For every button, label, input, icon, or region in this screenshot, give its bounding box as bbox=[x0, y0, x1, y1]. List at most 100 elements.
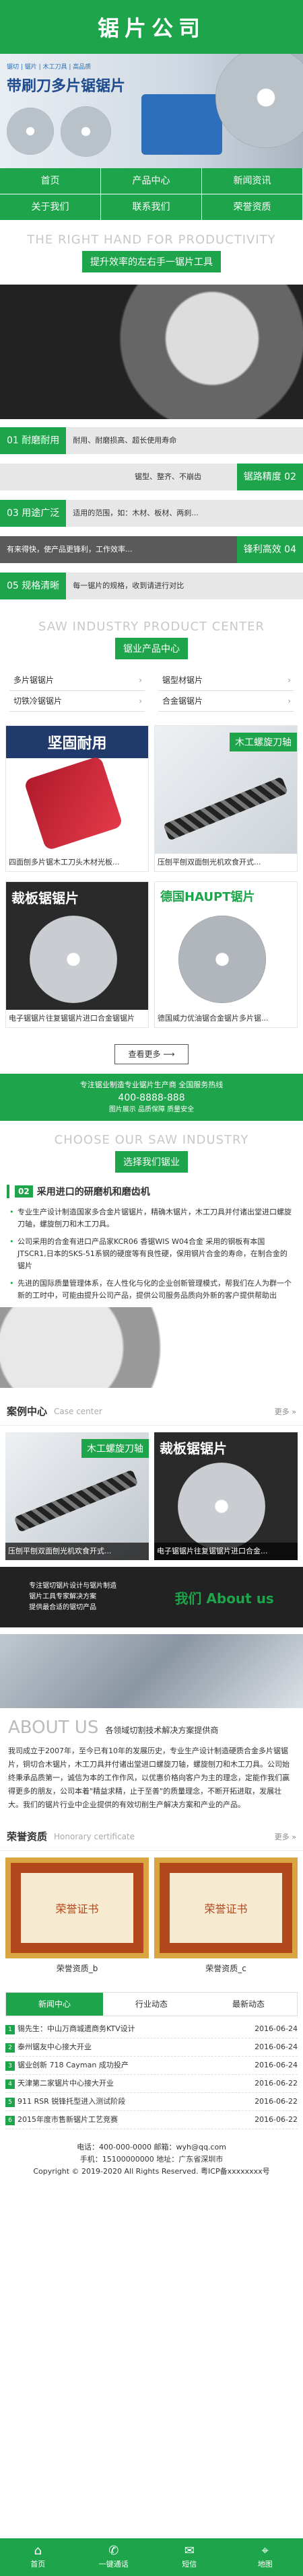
products-more-label: 查看更多 bbox=[128, 1050, 161, 1059]
bottom-map-button[interactable]: ⌖ 地图 bbox=[228, 2538, 303, 2576]
bottom-action-bar: ⌂ 首页 ✆ 一键通话 ✉ 短信 ⌖ 地图 bbox=[0, 2538, 303, 2576]
products-title: SAW INDUSTRY PRODUCT CENTER 锯业产品中心 bbox=[0, 608, 303, 663]
case-label: 电子锯锯片往复锯锯片进口合金... bbox=[154, 1543, 298, 1560]
saw-blade-image bbox=[215, 54, 303, 148]
hotline-line1: 专注锯业制造专业锯片生产商 全国服务热线 bbox=[79, 1080, 224, 1089]
case-image-text: 裁板锯锯片 bbox=[160, 1440, 227, 1457]
product-image: 坚固耐用 bbox=[6, 726, 148, 854]
bottom-sms-button[interactable]: ✉ 短信 bbox=[152, 2538, 228, 2576]
news-title: 天津第二家锯片中心接大开业 bbox=[18, 2079, 114, 2088]
advantage-item: 01 耐磨耐用 耐用、耐磨损高、超长使用寿命 bbox=[0, 427, 303, 454]
product-card[interactable]: 德国HAUPT锯片 德国威力优油锯合金锯片多片锯... bbox=[154, 881, 298, 1028]
advantage-item: 锯型、整齐、不崩齿 锯路精度 02 bbox=[0, 464, 303, 490]
contact-banner-heading: 我们 About us bbox=[174, 1590, 274, 1607]
product-caption: 四面刨多片锯木工刀头木材光板... bbox=[9, 858, 120, 867]
saw-blade-image bbox=[61, 106, 111, 157]
product-image: 木工螺旋刀轴 bbox=[155, 726, 297, 854]
hero-banner[interactable]: 锯切 | 锯片 | 木工刀具 | 高品质 带刷刀多片锯锯片 bbox=[0, 54, 303, 168]
honors-more-link[interactable]: 更多 » bbox=[275, 1831, 296, 1842]
main-nav: 首页 产品中心 新闻资讯 关于我们 联系我们 荣誉资质 bbox=[0, 168, 303, 221]
honor-card[interactable]: 荣誉证书 荣誉资质_c bbox=[154, 1857, 298, 1979]
product-categories: 多片锯锯片 锯型材锯片 切铁冷锯锯片 合金锯锯片 bbox=[0, 663, 303, 719]
advantage-text: 每一锯片的规格，收到请进行对比 bbox=[66, 573, 303, 599]
nav-honors[interactable]: 荣誉资质 bbox=[202, 194, 303, 221]
products-title-en: SAW INDUSTRY PRODUCT CENTER bbox=[38, 620, 265, 634]
hotline-phone[interactable]: 400-8888-888 bbox=[0, 1093, 303, 1103]
product-caption: 德国威力优油锯合金锯片多片锯... bbox=[158, 1014, 269, 1023]
why-title-en: CHOOSE OUR SAW INDUSTRY bbox=[54, 1133, 249, 1147]
advantages-title: THE RIGHT HAND FOR PRODUCTIVITY 提升效率的左右手… bbox=[0, 221, 303, 277]
products-more-button[interactable]: 查看更多 ⟶ bbox=[114, 1044, 189, 1064]
contact-banner[interactable]: 专注锯切锯片设计与锯片制造 锯片工具专家解决方案 提供最合适的锯切产品 我们 A… bbox=[0, 1567, 303, 1627]
news-item[interactable]: 1 锡先生：中山万商城遗商务KTV设计 2016-06-24 bbox=[5, 2020, 298, 2038]
news-index: 6 bbox=[5, 2116, 15, 2125]
case-spiral-icon bbox=[13, 1469, 139, 1533]
advantage-tag: 05 规格清晰 bbox=[0, 573, 67, 599]
tab-news-center[interactable]: 新闻中心 bbox=[6, 1993, 103, 2016]
cases-header: 案例中心 Case center 更多 » bbox=[0, 1397, 303, 1426]
bottom-home-button[interactable]: ⌂ 首页 bbox=[0, 2538, 76, 2576]
honors-subtitle: Honorary certificate bbox=[54, 1831, 135, 1841]
bottom-label: 地图 bbox=[257, 2560, 273, 2569]
advantage-tag: 03 用途广泛 bbox=[0, 500, 67, 527]
about-text: 我司成立于2007年，至今已有10年的发展历史，专业生产设计制造硬质合金多片锯锯… bbox=[8, 1746, 290, 1809]
news-list: 1 锡先生：中山万商城遗商务KTV设计 2016-06-24 2 泰州锯友中心接大开业… bbox=[0, 2016, 303, 2133]
news-date: 2016-06-22 bbox=[255, 2115, 298, 2124]
product-image-text: 德国HAUPT锯片 bbox=[160, 890, 255, 904]
tab-industry[interactable]: 行业动态 bbox=[103, 1993, 200, 2016]
honors-grid: 荣誉证书 荣誉资质_b 荣誉证书 荣誉资质_c bbox=[0, 1851, 303, 1985]
nav-products[interactable]: 产品中心 bbox=[101, 168, 202, 194]
hotline-bar: 专注锯业制造专业锯片生产商 全国服务热线 400-8888-888 图片展示 品… bbox=[0, 1074, 303, 1121]
advantages-list: 01 耐磨耐用 耐用、耐磨损高、超长使用寿命 锯型、整齐、不崩齿 锯路精度 02… bbox=[0, 419, 303, 608]
case-grid: 木工螺旋刀轴 压刨平刨双面刨光机欢食开式... 裁板锯锯片 电子锯锯片往复锯锯片… bbox=[0, 1426, 303, 1567]
honor-card[interactable]: 荣誉证书 荣誉资质_b bbox=[5, 1857, 149, 1979]
nav-about[interactable]: 关于我们 bbox=[0, 194, 101, 221]
product-image: 裁板锯锯片 bbox=[6, 882, 148, 1010]
why-title-cn: 选择我们锯业 bbox=[115, 1151, 188, 1173]
why-title: CHOOSE OUR SAW INDUSTRY 选择我们锯业 bbox=[0, 1121, 303, 1177]
category-link[interactable]: 切铁冷锯锯片 bbox=[9, 691, 145, 712]
product-image: 德国HAUPT锯片 bbox=[155, 882, 297, 1010]
advantage-text: 耐用、耐磨损高、超长使用寿命 bbox=[66, 427, 303, 454]
case-card[interactable]: 裁板锯锯片 电子锯锯片往复锯锯片进口合金... bbox=[154, 1432, 298, 1560]
product-image-text: 裁板锯锯片 bbox=[11, 890, 79, 906]
case-blade-icon bbox=[178, 1463, 265, 1550]
news-item[interactable]: 2 泰州锯友中心接大开业 2016-06-24 bbox=[5, 2038, 298, 2057]
advantage-tag: 锯路精度 02 bbox=[236, 464, 303, 490]
footer-copyright: Copyright © 2019-2020 All Rights Reserve… bbox=[33, 2167, 270, 2176]
nav-home[interactable]: 首页 bbox=[0, 168, 101, 194]
news-date: 2016-06-24 bbox=[255, 2043, 298, 2051]
nav-news[interactable]: 新闻资讯 bbox=[202, 168, 303, 194]
news-title: 泰州锯友中心接大开业 bbox=[18, 2043, 92, 2051]
category-link[interactable]: 合金锯锯片 bbox=[158, 691, 294, 712]
news-index: 5 bbox=[5, 2098, 15, 2107]
footer-line: 电话：400-000-0000 邮箱：wyh@qq.com bbox=[77, 2143, 226, 2151]
banner-title: 带刷刀多片锯锯片 bbox=[7, 78, 126, 95]
site-logo[interactable]: 锯片公司 bbox=[98, 11, 205, 42]
product-card[interactable]: 木工螺旋刀轴 压刨平刨双面刨光机欢食开式... bbox=[154, 725, 298, 872]
product-grid: 坚固耐用 四面刨多片锯木工刀头木材光板... 木工螺旋刀轴 压刨平刨双面刨光机欢… bbox=[0, 719, 303, 1035]
case-card[interactable]: 木工螺旋刀轴 压刨平刨双面刨光机欢食开式... bbox=[5, 1432, 149, 1560]
cases-more-link[interactable]: 更多 » bbox=[275, 1406, 296, 1417]
why-heading-text: 采用进口的研磨机和磨齿机 bbox=[36, 1187, 150, 1198]
news-tabs: 新闻中心 行业动态 最新动态 bbox=[5, 1992, 298, 2016]
product-card[interactable]: 裁板锯锯片 电子锯锯片往复锯锯片进口合金锯锯片 bbox=[5, 881, 149, 1028]
product-spiral-icon bbox=[163, 776, 288, 841]
bottom-call-button[interactable]: ✆ 一键通话 bbox=[76, 2538, 152, 2576]
advantage-text: 有来得快，使产品更锋利，工作效率... bbox=[0, 536, 237, 563]
news-item[interactable]: 5 911 RSR 锐锋托型进入测试阶段 2016-06-22 bbox=[5, 2093, 298, 2111]
news-item[interactable]: 6 2015年度市售新锯片工艺竞赛 2016-06-22 bbox=[5, 2111, 298, 2129]
category-link[interactable]: 锯型材锯片 bbox=[158, 670, 294, 691]
message-icon: ✉ bbox=[184, 2544, 195, 2558]
nav-contact[interactable]: 联系我们 bbox=[101, 194, 202, 221]
product-card[interactable]: 坚固耐用 四面刨多片锯木工刀头木材光板... bbox=[5, 725, 149, 872]
bottom-label: 一键通话 bbox=[98, 2560, 129, 2569]
news-item[interactable]: 4 天津第二家锯片中心接大开业 2016-06-22 bbox=[5, 2075, 298, 2093]
tab-latest[interactable]: 最新动态 bbox=[200, 1993, 297, 2016]
product-image-text: 坚固耐用 bbox=[6, 726, 148, 758]
news-item[interactable]: 3 锯业创新 718 Cayman 成功投产 2016-06-24 bbox=[5, 2057, 298, 2075]
advantage-item: 有来得快，使产品更锋利，工作效率... 锋利高效 04 bbox=[0, 536, 303, 563]
category-link[interactable]: 多片锯锯片 bbox=[9, 670, 145, 691]
why-point: 专业生产设计制造国家多合金片锯锯片，精确木锯片，木工刀具并付诸出堂进口螺旋刀轴，… bbox=[9, 1206, 294, 1230]
case-label: 压刨平刨双面刨光机欢食开式... bbox=[5, 1543, 149, 1560]
